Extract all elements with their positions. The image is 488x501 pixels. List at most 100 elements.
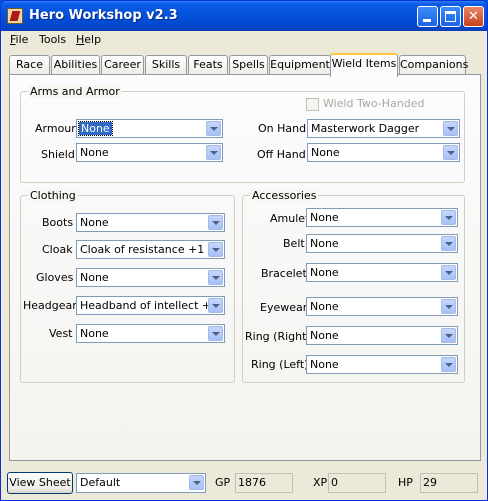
tab-companions[interactable]: Companions [399, 55, 468, 75]
hp-label: HP [398, 476, 413, 489]
accessories-legend: Accessories [250, 189, 319, 202]
clothing-legend: Clothing [28, 189, 78, 202]
armour-value: None [78, 121, 113, 136]
vest-value: None [80, 327, 109, 340]
menu-tools[interactable]: Tools [39, 33, 66, 46]
headgear-label: Headgear [23, 299, 77, 312]
tab-feats[interactable]: Feats [188, 55, 228, 75]
tab-race[interactable]: Race [9, 55, 50, 75]
gloves-select[interactable]: None [76, 268, 225, 287]
headgear-value: Headband of intellect +2 [80, 299, 219, 312]
shield-label: Shield [41, 148, 75, 161]
ring-left-value: None [310, 358, 339, 371]
amulet-label: Amulet [270, 212, 310, 225]
on-hand-value: Masterwork Dagger [311, 122, 420, 135]
chevron-down-icon[interactable] [443, 145, 458, 160]
off-hand-label: Off Hand [257, 148, 306, 161]
close-icon: ✕ [468, 9, 479, 24]
menu-file[interactable]: File [10, 33, 28, 46]
chevron-down-icon[interactable] [189, 475, 204, 490]
belt-value: None [310, 237, 339, 250]
armour-select[interactable]: None [76, 119, 223, 138]
cloak-label: Cloak [42, 243, 73, 256]
boots-value: None [80, 216, 109, 229]
arms-and-armor-legend: Arms and Armor [28, 85, 122, 98]
status-bar: View Sheet Default GP 1876 XP 0 HP 29 [1, 467, 487, 500]
tab-skills[interactable]: Skills [145, 55, 187, 75]
main-window: Hero Workshop v2.3 ✕ File Tools Help Rac… [0, 0, 488, 501]
window-title: Hero Workshop v2.3 [29, 8, 178, 23]
off-hand-select[interactable]: None [307, 143, 460, 162]
gloves-value: None [80, 271, 109, 284]
amulet-select[interactable]: None [306, 208, 458, 227]
xp-value: 0 [328, 473, 386, 493]
view-sheet-button[interactable]: View Sheet [7, 472, 73, 494]
chevron-down-icon[interactable] [208, 242, 223, 257]
tab-career[interactable]: Career [101, 55, 144, 75]
belt-label: Belt [283, 237, 305, 250]
tab-wield-items[interactable]: Wield Items [330, 53, 398, 77]
sheet-template-select[interactable]: Default [76, 473, 206, 493]
hp-value: 29 [420, 473, 478, 493]
vest-label: Vest [49, 327, 73, 340]
boots-label: Boots [42, 216, 74, 229]
amulet-value: None [310, 211, 339, 224]
vest-select[interactable]: None [76, 324, 225, 343]
bracelet-label: Bracelet [261, 267, 307, 280]
wield-items-panel: Arms and Armor Wield Two-Handed Armour N… [9, 74, 481, 461]
wield-two-handed-label: Wield Two-Handed [323, 97, 425, 110]
chevron-down-icon[interactable] [208, 270, 223, 285]
ring-right-label: Ring (Right) [245, 330, 311, 343]
close-button[interactable]: ✕ [463, 6, 484, 27]
shield-select[interactable]: None [76, 143, 223, 162]
minimize-button[interactable] [417, 6, 438, 27]
eyewear-label: Eyewear [260, 301, 308, 314]
belt-select[interactable]: None [306, 234, 458, 253]
chevron-down-icon[interactable] [441, 265, 456, 280]
cloak-select[interactable]: Cloak of resistance +1 [76, 240, 225, 259]
boots-select[interactable]: None [76, 213, 225, 232]
gp-value: 1876 [235, 473, 293, 493]
ring-right-value: None [310, 329, 339, 342]
maximize-button[interactable] [440, 6, 461, 27]
xp-label: XP [313, 476, 328, 489]
eyewear-select[interactable]: None [306, 297, 458, 316]
chevron-down-icon[interactable] [208, 298, 223, 313]
bracelet-value: None [310, 266, 339, 279]
chevron-down-icon[interactable] [441, 236, 456, 251]
gloves-label: Gloves [36, 271, 74, 284]
tab-spells[interactable]: Spells [229, 55, 268, 75]
chevron-down-icon[interactable] [206, 145, 221, 160]
chevron-down-icon[interactable] [441, 299, 456, 314]
eyewear-value: None [310, 300, 339, 313]
tab-abilities[interactable]: Abilities [51, 55, 100, 75]
arms-and-armor-group: Arms and Armor Wield Two-Handed Armour N… [20, 85, 465, 183]
on-hand-label: On Hand [258, 122, 307, 135]
ring-right-select[interactable]: None [306, 326, 458, 345]
wield-two-handed-checkbox[interactable] [306, 98, 319, 111]
tab-strip: Race Abilities Career Skills Feats Spell… [9, 53, 483, 77]
bracelet-select[interactable]: None [306, 263, 458, 282]
chevron-down-icon[interactable] [208, 215, 223, 230]
gp-label: GP [215, 476, 231, 489]
chevron-down-icon[interactable] [441, 210, 456, 225]
chevron-down-icon[interactable] [443, 121, 458, 136]
title-bar[interactable]: Hero Workshop v2.3 ✕ [1, 1, 487, 31]
menu-help[interactable]: Help [76, 33, 101, 46]
clothing-group: Clothing Boots None Cloak Cloak of resis… [20, 189, 235, 383]
hero-workshop-app-icon[interactable] [7, 8, 23, 24]
chevron-down-icon[interactable] [208, 326, 223, 341]
cloak-value: Cloak of resistance +1 [80, 243, 205, 256]
armour-label: Armour [35, 122, 76, 135]
chevron-down-icon[interactable] [441, 328, 456, 343]
shield-value: None [80, 146, 109, 159]
maximize-icon [445, 11, 456, 22]
sheet-template-value: Default [80, 476, 121, 489]
tab-equipment[interactable]: Equipment [269, 55, 331, 75]
ring-left-select[interactable]: None [306, 355, 458, 374]
chevron-down-icon[interactable] [206, 121, 221, 136]
chevron-down-icon[interactable] [441, 357, 456, 372]
on-hand-select[interactable]: Masterwork Dagger [307, 119, 460, 138]
headgear-select[interactable]: Headband of intellect +2 [76, 296, 225, 315]
ring-left-label: Ring (Left) [251, 358, 309, 371]
